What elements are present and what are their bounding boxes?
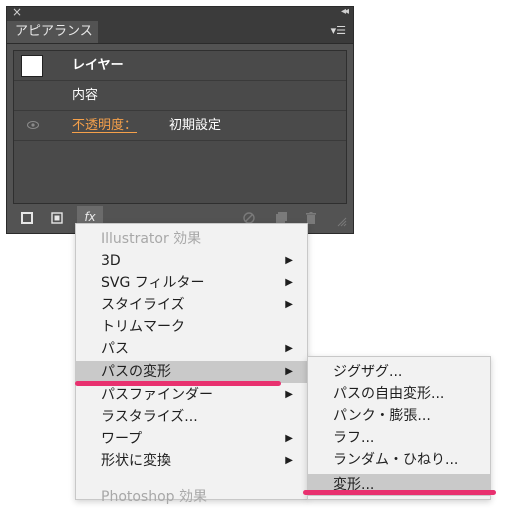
menu-header-label: Photoshop 効果 — [101, 489, 208, 505]
menu-item-label: ワープ — [101, 431, 143, 447]
highlight-underline — [75, 381, 281, 386]
menu-section-illustrator: Illustrator 効果 — [76, 228, 307, 250]
submenu-arrow-icon: ▶ — [285, 366, 293, 377]
opacity-link[interactable]: 不透明度： — [72, 111, 137, 141]
menu-item-label: パンク・膨張... — [333, 408, 431, 424]
highlight-underline — [303, 490, 496, 495]
tab-appearance[interactable]: アピアランス — [7, 21, 98, 43]
submenu-arrow-icon: ▶ — [285, 389, 293, 400]
layer-thumbnail — [21, 55, 43, 77]
menu-item-rasterize[interactable]: ラスタライズ... — [76, 406, 307, 428]
fx-icon: fx — [84, 210, 96, 224]
panel-title-bar: × ◂◂ — [7, 5, 353, 22]
menu-item-label: ランダム・ひねり... — [333, 452, 459, 468]
menu-item-label: パスファインダー — [101, 387, 213, 403]
menu-item-3d[interactable]: 3D ▶ — [76, 250, 307, 272]
menu-item-label: ラフ... — [333, 430, 375, 446]
submenu-item-roughen[interactable]: ラフ... — [308, 427, 490, 449]
layer-label: レイヤー — [72, 58, 124, 73]
submenu-arrow-icon: ▶ — [285, 455, 293, 466]
menu-item-path[interactable]: パス ▶ — [76, 338, 307, 360]
resize-grip-icon[interactable] — [337, 217, 347, 227]
menu-header-label: Illustrator 効果 — [101, 231, 202, 247]
submenu-item-free-distort[interactable]: パスの自由変形... — [308, 383, 490, 405]
menu-item-convert-to-shape[interactable]: 形状に変換 ▶ — [76, 450, 307, 472]
menu-item-warp[interactable]: ワープ ▶ — [76, 428, 307, 450]
menu-item-label: パスの自由変形... — [333, 386, 445, 402]
opacity-value: 初期設定 — [169, 118, 222, 133]
menu-item-label: スタイライズ — [101, 297, 185, 313]
submenu-arrow-icon: ▶ — [285, 433, 293, 444]
menu-item-label: パスの変形 — [101, 364, 171, 380]
opacity-row[interactable]: 不透明度： 初期設定 — [14, 111, 346, 141]
menu-item-label: SVG フィルター — [101, 275, 205, 291]
submenu-item-pucker-bloat[interactable]: パンク・膨張... — [308, 405, 490, 427]
collapse-icon[interactable]: ◂◂ — [341, 6, 349, 17]
add-new-fill-icon[interactable] — [51, 212, 63, 224]
submenu-arrow-icon: ▶ — [285, 277, 293, 288]
submenu-item-zigzag[interactable]: ジグザグ... — [308, 361, 490, 383]
appearance-list: レイヤー 内容 不透明度： 初期設定 — [13, 50, 347, 204]
effect-menu: Illustrator 効果 3D ▶ SVG フィルター ▶ スタイライズ ▶… — [75, 223, 308, 505]
submenu-arrow-icon: ▶ — [285, 299, 293, 310]
menu-item-label: 3D — [101, 253, 121, 269]
panel-tab-row: アピアランス ▾☰ — [7, 21, 353, 44]
add-new-stroke-icon[interactable] — [21, 212, 33, 224]
menu-item-stylize[interactable]: スタイライズ ▶ — [76, 294, 307, 316]
menu-item-distort-transform[interactable]: パスの変形 ▶ — [76, 361, 307, 383]
menu-item-label: ジグザグ... — [333, 364, 403, 380]
menu-item-label: ラスタライズ... — [101, 409, 198, 425]
content-row[interactable]: 内容 — [14, 81, 346, 111]
menu-item-svg-filter[interactable]: SVG フィルター ▶ — [76, 272, 307, 294]
menu-item-pathfinder[interactable]: パスファインダー ▶ — [76, 384, 307, 406]
submenu-arrow-icon: ▶ — [285, 343, 293, 354]
menu-section-photoshop: Photoshop 効果 — [76, 486, 307, 508]
menu-item-label: 形状に変換 — [101, 453, 171, 469]
menu-item-label: トリムマーク — [101, 319, 185, 335]
appearance-panel: × ◂◂ アピアランス ▾☰ レイヤー 内容 不透明度： 初期設定 fx — [6, 5, 354, 234]
menu-item-crop-marks[interactable]: トリムマーク — [76, 316, 307, 338]
submenu-item-tweak[interactable]: ランダム・ひねり... — [308, 449, 490, 471]
close-icon[interactable]: × — [12, 5, 22, 19]
content-label: 内容 — [72, 88, 99, 103]
distort-transform-submenu: ジグザグ... パスの自由変形... パンク・膨張... ラフ... ランダム・… — [307, 356, 491, 500]
layer-row[interactable]: レイヤー — [14, 51, 346, 81]
menu-item-label: パス — [101, 341, 129, 357]
eye-icon[interactable] — [27, 121, 39, 129]
panel-menu-icon[interactable]: ▾☰ — [331, 24, 346, 37]
submenu-arrow-icon: ▶ — [285, 255, 293, 266]
